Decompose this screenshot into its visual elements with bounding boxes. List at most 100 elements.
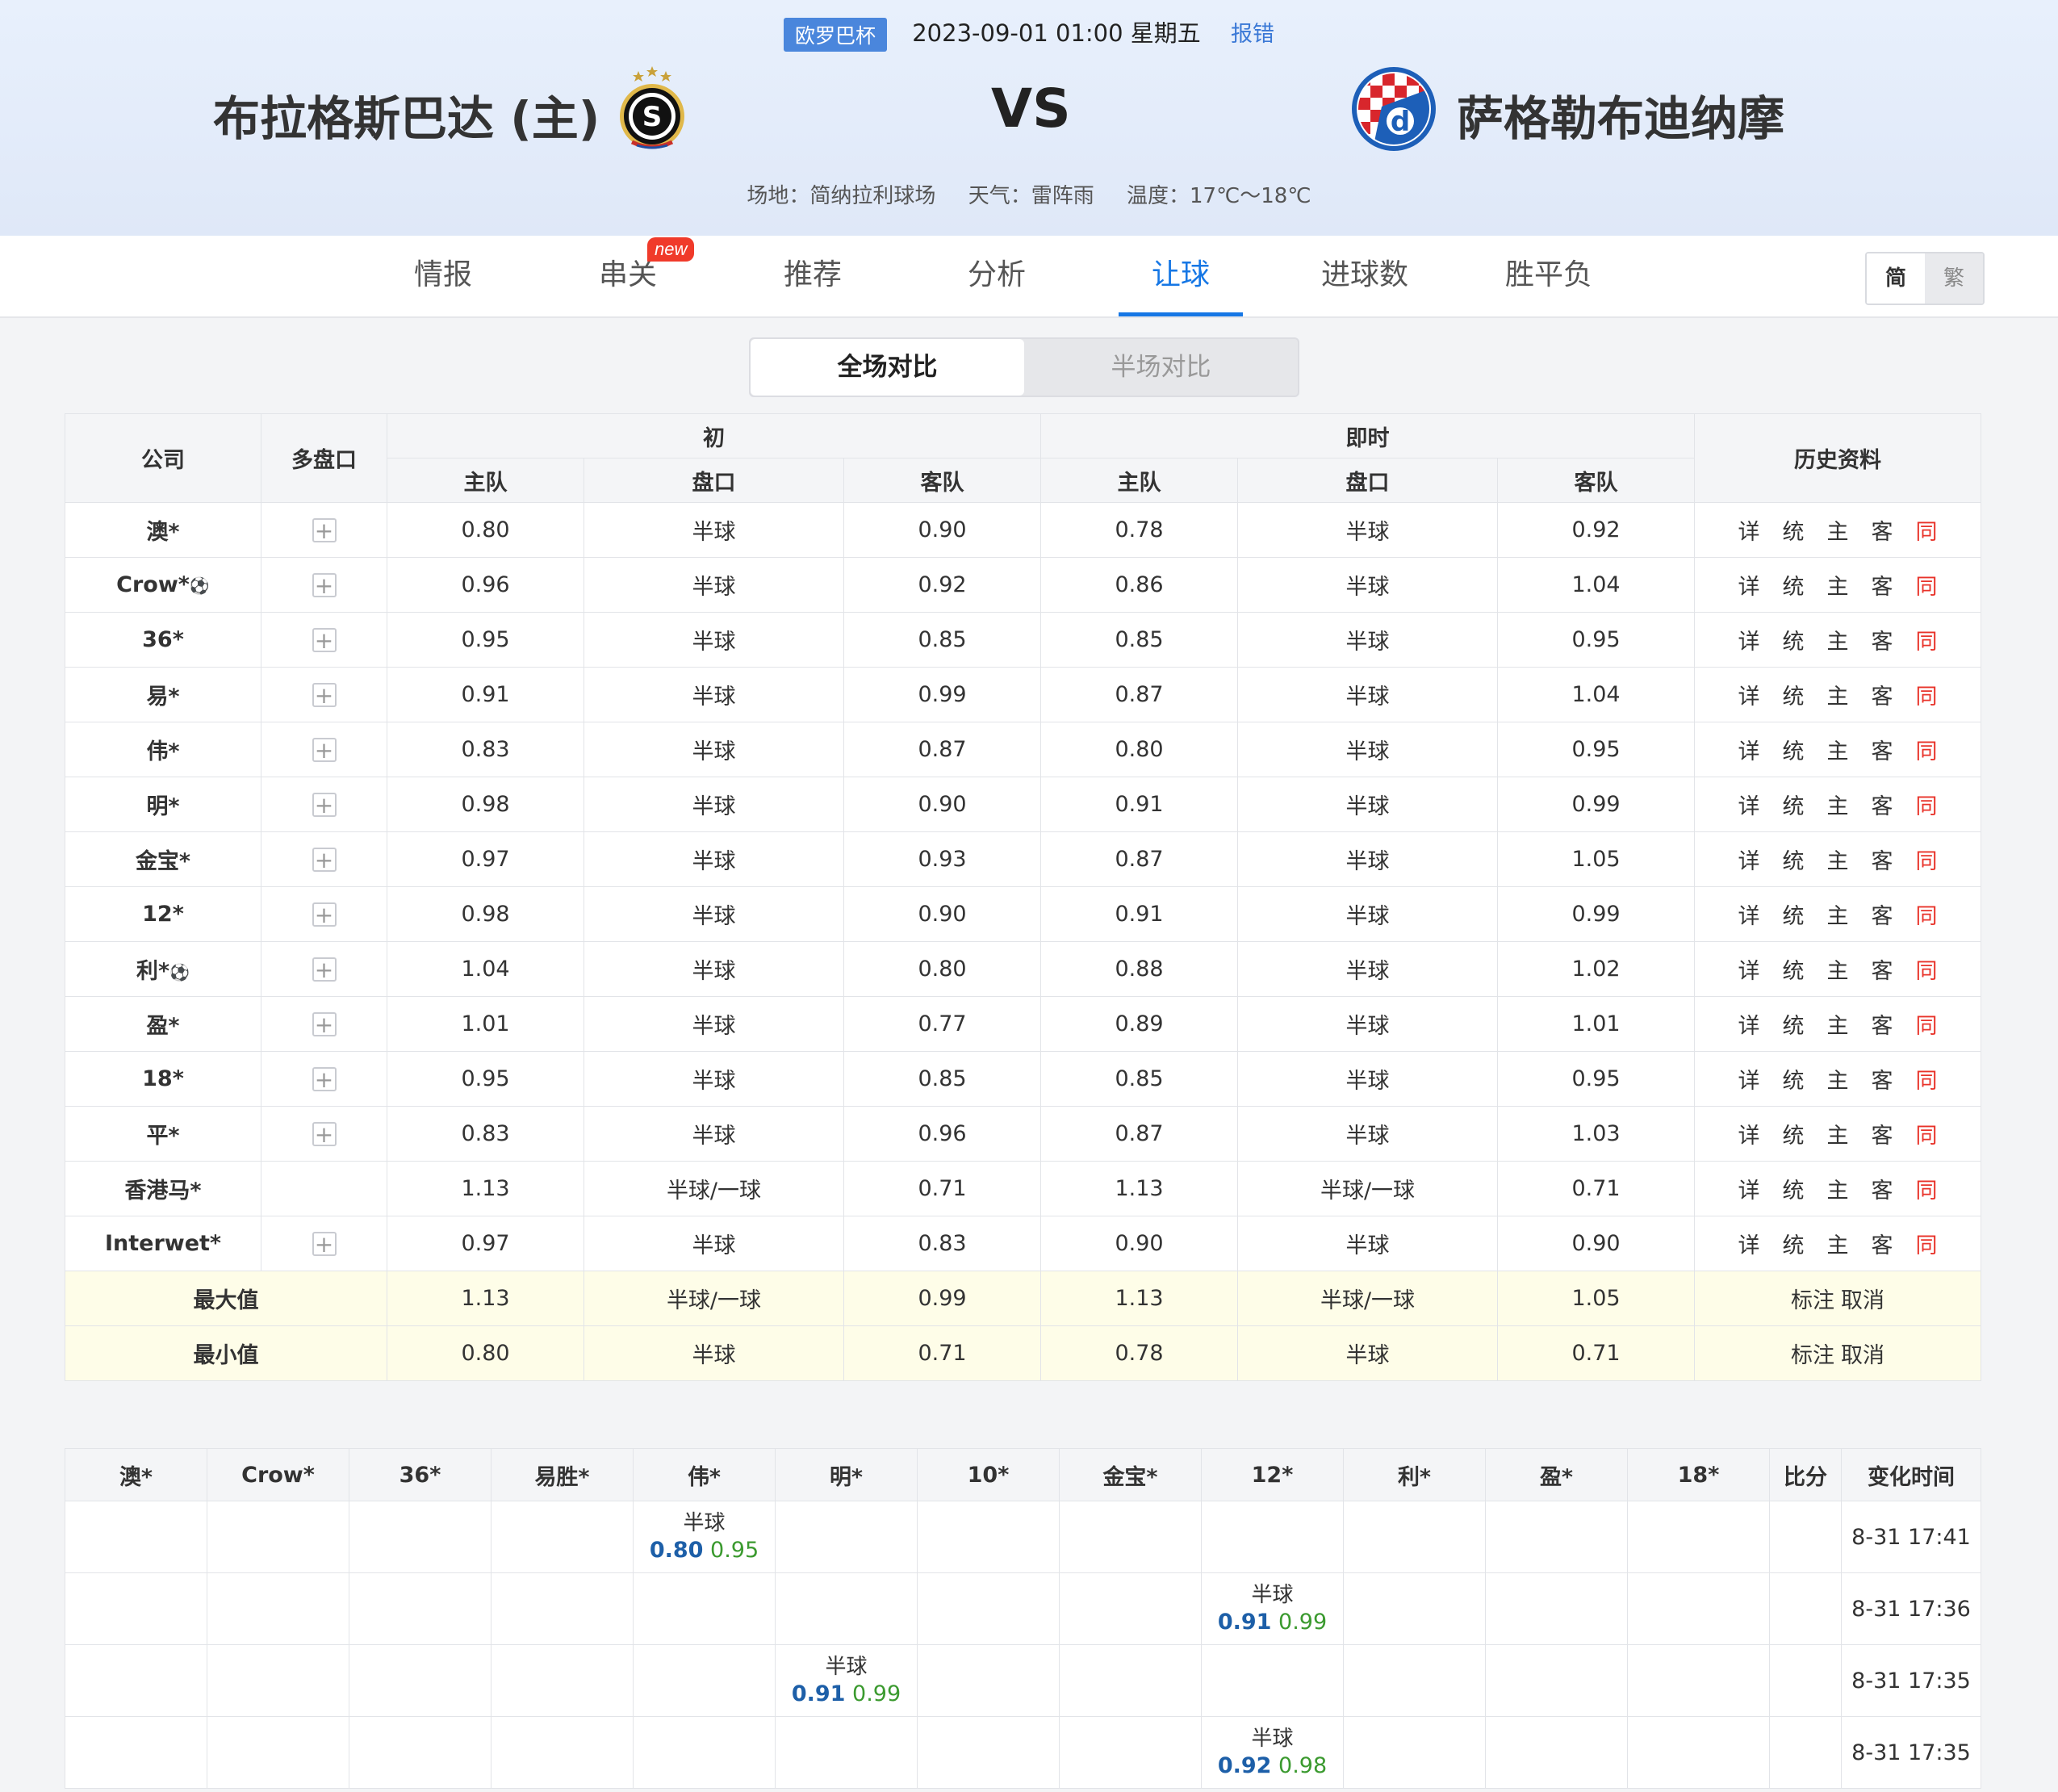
detail-link[interactable]: 详 xyxy=(1738,630,1760,655)
same-link[interactable]: 同 xyxy=(1916,630,1938,655)
company-name[interactable]: Interwet* xyxy=(65,1216,261,1271)
detail-link[interactable]: 详 xyxy=(1738,1233,1760,1258)
detail-link[interactable]: 详 xyxy=(1738,520,1760,545)
expand-plus-icon[interactable]: + xyxy=(312,1122,337,1147)
detail-link[interactable]: 详 xyxy=(1738,1179,1760,1204)
company-name[interactable]: 36* xyxy=(65,612,261,668)
company-name[interactable]: 平* xyxy=(65,1106,261,1162)
home-link[interactable]: 主 xyxy=(1827,1124,1849,1149)
home-link[interactable]: 主 xyxy=(1827,1014,1849,1039)
expand-plus-icon[interactable]: + xyxy=(312,1067,337,1092)
expand-plus-icon[interactable]: + xyxy=(312,957,337,982)
away-team-name[interactable]: 萨格勒布迪纳摩 xyxy=(1457,81,1784,149)
away-link[interactable]: 客 xyxy=(1872,575,1893,600)
league-badge[interactable]: 欧罗巴杯 xyxy=(784,18,888,52)
tab-goals[interactable]: 进球数 xyxy=(1303,236,1427,315)
away-link[interactable]: 客 xyxy=(1872,1069,1893,1094)
stats-link[interactable]: 统 xyxy=(1783,520,1805,545)
stats-link[interactable]: 统 xyxy=(1783,1124,1805,1149)
home-link[interactable]: 主 xyxy=(1827,904,1849,929)
stats-link[interactable]: 统 xyxy=(1783,739,1805,764)
report-error-link[interactable]: 报错 xyxy=(1231,22,1274,47)
full-match-compare-button[interactable]: 全场对比 xyxy=(751,339,1024,396)
stats-link[interactable]: 统 xyxy=(1783,630,1805,655)
stats-link[interactable]: 统 xyxy=(1783,794,1805,819)
same-link[interactable]: 同 xyxy=(1916,794,1938,819)
away-link[interactable]: 客 xyxy=(1872,904,1893,929)
same-link[interactable]: 同 xyxy=(1916,685,1938,710)
cancel-link[interactable]: 取消 xyxy=(1841,1343,1884,1368)
company-name[interactable]: 易* xyxy=(65,667,261,722)
lang-traditional-button[interactable]: 繁 xyxy=(1925,253,1983,304)
expand-plus-icon[interactable]: + xyxy=(312,1012,337,1037)
detail-link[interactable]: 详 xyxy=(1738,794,1760,819)
away-link[interactable]: 客 xyxy=(1872,520,1893,545)
tab-analysis[interactable]: 分析 xyxy=(935,236,1059,315)
expand-plus-icon[interactable]: + xyxy=(312,848,337,873)
away-link[interactable]: 客 xyxy=(1872,794,1893,819)
home-link[interactable]: 主 xyxy=(1827,1179,1849,1204)
detail-link[interactable]: 详 xyxy=(1738,739,1760,764)
detail-link[interactable]: 详 xyxy=(1738,959,1760,984)
stats-link[interactable]: 统 xyxy=(1783,1233,1805,1258)
away-link[interactable]: 客 xyxy=(1872,1233,1893,1258)
stats-link[interactable]: 统 xyxy=(1783,575,1805,600)
company-name[interactable]: 利*⚽ xyxy=(65,941,261,997)
home-link[interactable]: 主 xyxy=(1827,849,1849,874)
tab-intel[interactable]: 情报 xyxy=(381,236,505,315)
away-link[interactable]: 客 xyxy=(1872,685,1893,710)
expand-plus-icon[interactable]: + xyxy=(312,793,337,818)
stats-link[interactable]: 统 xyxy=(1783,1069,1805,1094)
home-link[interactable]: 主 xyxy=(1827,1233,1849,1258)
home-link[interactable]: 主 xyxy=(1827,520,1849,545)
away-link[interactable]: 客 xyxy=(1872,739,1893,764)
same-link[interactable]: 同 xyxy=(1916,959,1938,984)
away-link[interactable]: 客 xyxy=(1872,959,1893,984)
away-link[interactable]: 客 xyxy=(1872,1124,1893,1149)
away-link[interactable]: 客 xyxy=(1872,630,1893,655)
same-link[interactable]: 同 xyxy=(1916,849,1938,874)
home-link[interactable]: 主 xyxy=(1827,959,1849,984)
company-name[interactable]: 18* xyxy=(65,1051,261,1107)
tab-handicap[interactable]: 让球 xyxy=(1119,236,1243,316)
expand-plus-icon[interactable]: + xyxy=(312,683,337,708)
home-team-name[interactable]: 布拉格斯巴达 (主) xyxy=(213,81,600,149)
mark-link[interactable]: 标注 xyxy=(1791,1288,1834,1313)
detail-link[interactable]: 详 xyxy=(1738,1069,1760,1094)
away-link[interactable]: 客 xyxy=(1872,1014,1893,1039)
same-link[interactable]: 同 xyxy=(1916,1179,1938,1204)
company-name[interactable]: 伟* xyxy=(65,722,261,777)
same-link[interactable]: 同 xyxy=(1916,575,1938,600)
away-link[interactable]: 客 xyxy=(1872,1179,1893,1204)
half-match-compare-button[interactable]: 半场对比 xyxy=(1024,339,1298,396)
detail-link[interactable]: 详 xyxy=(1738,1124,1760,1149)
detail-link[interactable]: 详 xyxy=(1738,904,1760,929)
stats-link[interactable]: 统 xyxy=(1783,1014,1805,1039)
lang-simplified-button[interactable]: 简 xyxy=(1867,253,1925,304)
company-name[interactable]: 澳* xyxy=(65,502,261,558)
same-link[interactable]: 同 xyxy=(1916,1124,1938,1149)
detail-link[interactable]: 详 xyxy=(1738,685,1760,710)
stats-link[interactable]: 统 xyxy=(1783,685,1805,710)
tab-1x2[interactable]: 胜平负 xyxy=(1487,236,1611,315)
expand-plus-icon[interactable]: + xyxy=(312,628,337,653)
home-link[interactable]: 主 xyxy=(1827,739,1849,764)
detail-link[interactable]: 详 xyxy=(1738,849,1760,874)
stats-link[interactable]: 统 xyxy=(1783,959,1805,984)
tab-recommend[interactable]: 推荐 xyxy=(751,236,875,315)
same-link[interactable]: 同 xyxy=(1916,904,1938,929)
expand-plus-icon[interactable]: + xyxy=(312,573,337,598)
company-name[interactable]: 明* xyxy=(65,777,261,832)
same-link[interactable]: 同 xyxy=(1916,739,1938,764)
company-name[interactable]: Crow*⚽ xyxy=(65,557,261,613)
home-link[interactable]: 主 xyxy=(1827,794,1849,819)
same-link[interactable]: 同 xyxy=(1916,1233,1938,1258)
expand-plus-icon[interactable]: + xyxy=(312,738,337,763)
company-name[interactable]: 金宝* xyxy=(65,831,261,887)
expand-plus-icon[interactable]: + xyxy=(312,518,337,543)
home-link[interactable]: 主 xyxy=(1827,685,1849,710)
stats-link[interactable]: 统 xyxy=(1783,904,1805,929)
away-link[interactable]: 客 xyxy=(1872,849,1893,874)
mark-link[interactable]: 标注 xyxy=(1791,1343,1834,1368)
company-name[interactable]: 12* xyxy=(65,886,261,942)
